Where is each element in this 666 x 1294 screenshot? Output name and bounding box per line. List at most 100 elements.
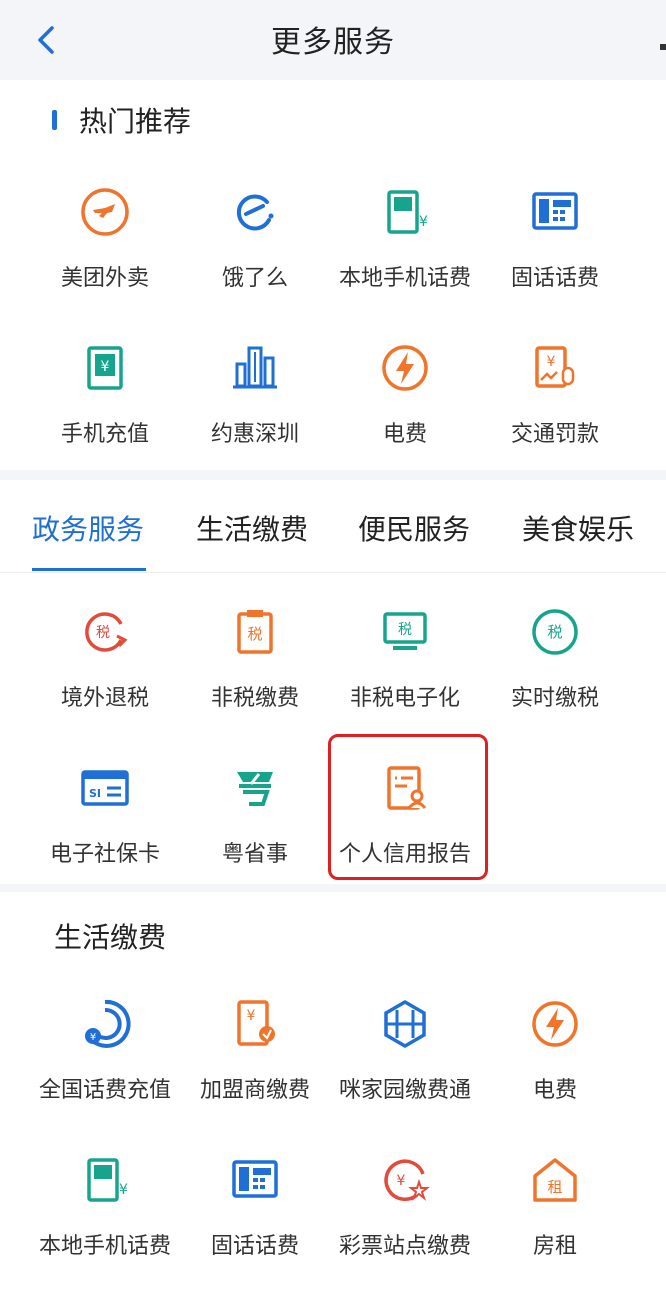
section-accent-bar (52, 110, 57, 130)
service-house-rent[interactable]: 租 房租 (480, 1144, 630, 1274)
living-payment-section: 生活缴费 ¥ 全国话费充值 ¥ 加盟商缴费 咪家园缴费通 电费 ¥ 本地手机话费… (0, 892, 666, 1294)
service-mijiayuan[interactable]: 咪家园缴费通 (330, 988, 480, 1118)
svg-text:税: 税 (547, 623, 562, 641)
meituan-kangaroo-icon (81, 188, 129, 236)
section-title: 生活缴费 (54, 921, 167, 954)
svg-text:¥: ¥ (119, 1182, 128, 1198)
service-label: 电费 (382, 422, 427, 447)
service-label: 约惠深圳 (210, 422, 299, 447)
service-label: 手机充值 (60, 422, 149, 447)
service-label: 彩票站点缴费 (338, 1234, 471, 1259)
chevron-left-icon (38, 26, 54, 54)
service-realtime-tax[interactable]: 税 实时缴税 (480, 596, 630, 726)
service-label: 固话话费 (510, 266, 599, 291)
service-label: 非税电子化 (349, 686, 460, 711)
tab-convenience[interactable]: 便民服务 (358, 508, 470, 548)
svg-text:税: 税 (398, 622, 412, 638)
service-label: 本地手机话费 (38, 1234, 171, 1259)
eleme-icon (236, 194, 274, 231)
service-label: 境外退税 (60, 686, 149, 711)
back-button[interactable] (26, 20, 66, 60)
non-tax-payment-icon: 税 (237, 610, 273, 654)
service-landline-2[interactable]: 固话话费 (180, 1144, 330, 1274)
tab-government[interactable]: 政务服务 (32, 508, 144, 548)
mobile-bill-icon: ¥ (387, 190, 428, 234)
svg-text:税: 税 (247, 625, 262, 643)
city-buildings-icon (233, 346, 277, 389)
svg-text:¥: ¥ (547, 354, 556, 370)
non-tax-electronic-icon: 税 (383, 612, 427, 650)
svg-text:SI: SI (89, 787, 101, 800)
service-mobile-bill-2[interactable]: ¥ 本地手机话费 (30, 1144, 180, 1274)
lightning-icon (532, 1001, 578, 1047)
service-mobile-bill[interactable]: ¥ 本地手机话费 (330, 176, 480, 306)
service-franchise-payment[interactable]: ¥ 加盟商缴费 (180, 988, 330, 1118)
active-tab-indicator (32, 568, 146, 571)
landline-phone-icon (232, 1160, 278, 1198)
section-title: 热门推荐 (79, 105, 192, 138)
svg-text:税: 税 (96, 625, 110, 641)
service-label: 电子社保卡 (49, 842, 160, 867)
house-rent-icon: 租 (533, 1158, 577, 1202)
service-label: 本地手机话费 (338, 266, 471, 291)
tax-refund-icon: 税 (85, 612, 128, 652)
yueshengshi-icon (237, 772, 273, 806)
svg-text:¥: ¥ (101, 359, 110, 375)
service-traffic-fine[interactable]: ¥ 交通罚款 (480, 332, 630, 462)
mobile-bill-icon: ¥ (87, 1158, 128, 1202)
page-title: 更多服务 (271, 25, 395, 60)
realtime-tax-icon: 税 (532, 609, 578, 655)
hexagon-home-icon (384, 999, 426, 1049)
service-label: 加盟商缴费 (199, 1078, 310, 1103)
service-label: 全国话费充值 (38, 1078, 171, 1103)
nav-bar: 更多服务 (0, 0, 666, 78)
service-non-tax-electronic[interactable]: 税 非税电子化 (330, 596, 480, 726)
service-label: 房租 (532, 1234, 577, 1259)
service-label: 实时缴税 (510, 686, 599, 711)
service-eleme[interactable]: 饿了么 (180, 176, 330, 306)
service-yuehui[interactable]: 约惠深圳 (180, 332, 330, 462)
service-mobile-recharge[interactable]: ¥ 手机充值 (30, 332, 180, 462)
service-label: 固话话费 (210, 1234, 299, 1259)
service-label: 美团外卖 (60, 266, 149, 291)
service-non-tax-payment[interactable]: 税 非税缴费 (180, 596, 330, 726)
service-tax-refund[interactable]: 税 境外退税 (30, 596, 180, 726)
svg-text:¥: ¥ (90, 1032, 96, 1043)
service-label: 饿了么 (221, 266, 288, 291)
service-landline[interactable]: 固话话费 (480, 176, 630, 306)
service-electricity[interactable]: 电费 (330, 332, 480, 462)
franchise-payment-icon: ¥ (237, 1000, 275, 1046)
tab-living-payment[interactable]: 生活缴费 (196, 508, 308, 548)
service-credit-report[interactable]: 个人信用报告 (330, 752, 480, 882)
section-header: 热门推荐 (0, 80, 666, 160)
traffic-fine-icon: ¥ (535, 346, 575, 388)
svg-text:¥: ¥ (247, 1008, 256, 1024)
service-lottery[interactable]: ¥ 彩票站点缴费 (330, 1144, 480, 1274)
service-label: 个人信用报告 (338, 842, 471, 867)
service-label: 非税缴费 (210, 686, 299, 711)
service-label: 交通罚款 (510, 422, 599, 447)
mobile-recharge-icon: ¥ (87, 346, 123, 390)
svg-text:¥: ¥ (397, 1173, 406, 1189)
social-security-card-icon: SI (81, 770, 129, 806)
svg-text:租: 租 (547, 1178, 562, 1196)
service-social-security-card[interactable]: SI 电子社保卡 (30, 752, 180, 882)
lightning-icon (382, 345, 428, 391)
service-label: 电费 (532, 1078, 577, 1103)
phone-recharge-icon: ¥ (85, 999, 131, 1048)
landline-phone-icon (532, 192, 578, 230)
hot-recommend-section: 热门推荐 美团外卖 饿了么 ¥ 本地手机话费 固话话费 ¥ 手机充值 约惠深圳 … (0, 80, 666, 470)
lottery-icon: ¥ (384, 1159, 430, 1201)
category-tabs: 政务服务 生活缴费 便民服务 美食娱乐 (0, 480, 666, 573)
svg-text:¥: ¥ (419, 214, 428, 230)
service-label: 粤省事 (221, 842, 288, 867)
tab-food-entertainment[interactable]: 美食娱乐 (522, 508, 634, 548)
service-national-recharge[interactable]: ¥ 全国话费充值 (30, 988, 180, 1118)
edge-mark (660, 44, 666, 50)
service-meituan[interactable]: 美团外卖 (30, 176, 180, 306)
service-label: 咪家园缴费通 (338, 1078, 471, 1103)
service-yueshengshi[interactable]: 粤省事 (180, 752, 330, 882)
category-section: 政务服务 生活缴费 便民服务 美食娱乐 税 境外退税 税 非税缴费 税 非税电子… (0, 480, 666, 884)
credit-report-icon (387, 766, 427, 810)
service-electricity-2[interactable]: 电费 (480, 988, 630, 1118)
